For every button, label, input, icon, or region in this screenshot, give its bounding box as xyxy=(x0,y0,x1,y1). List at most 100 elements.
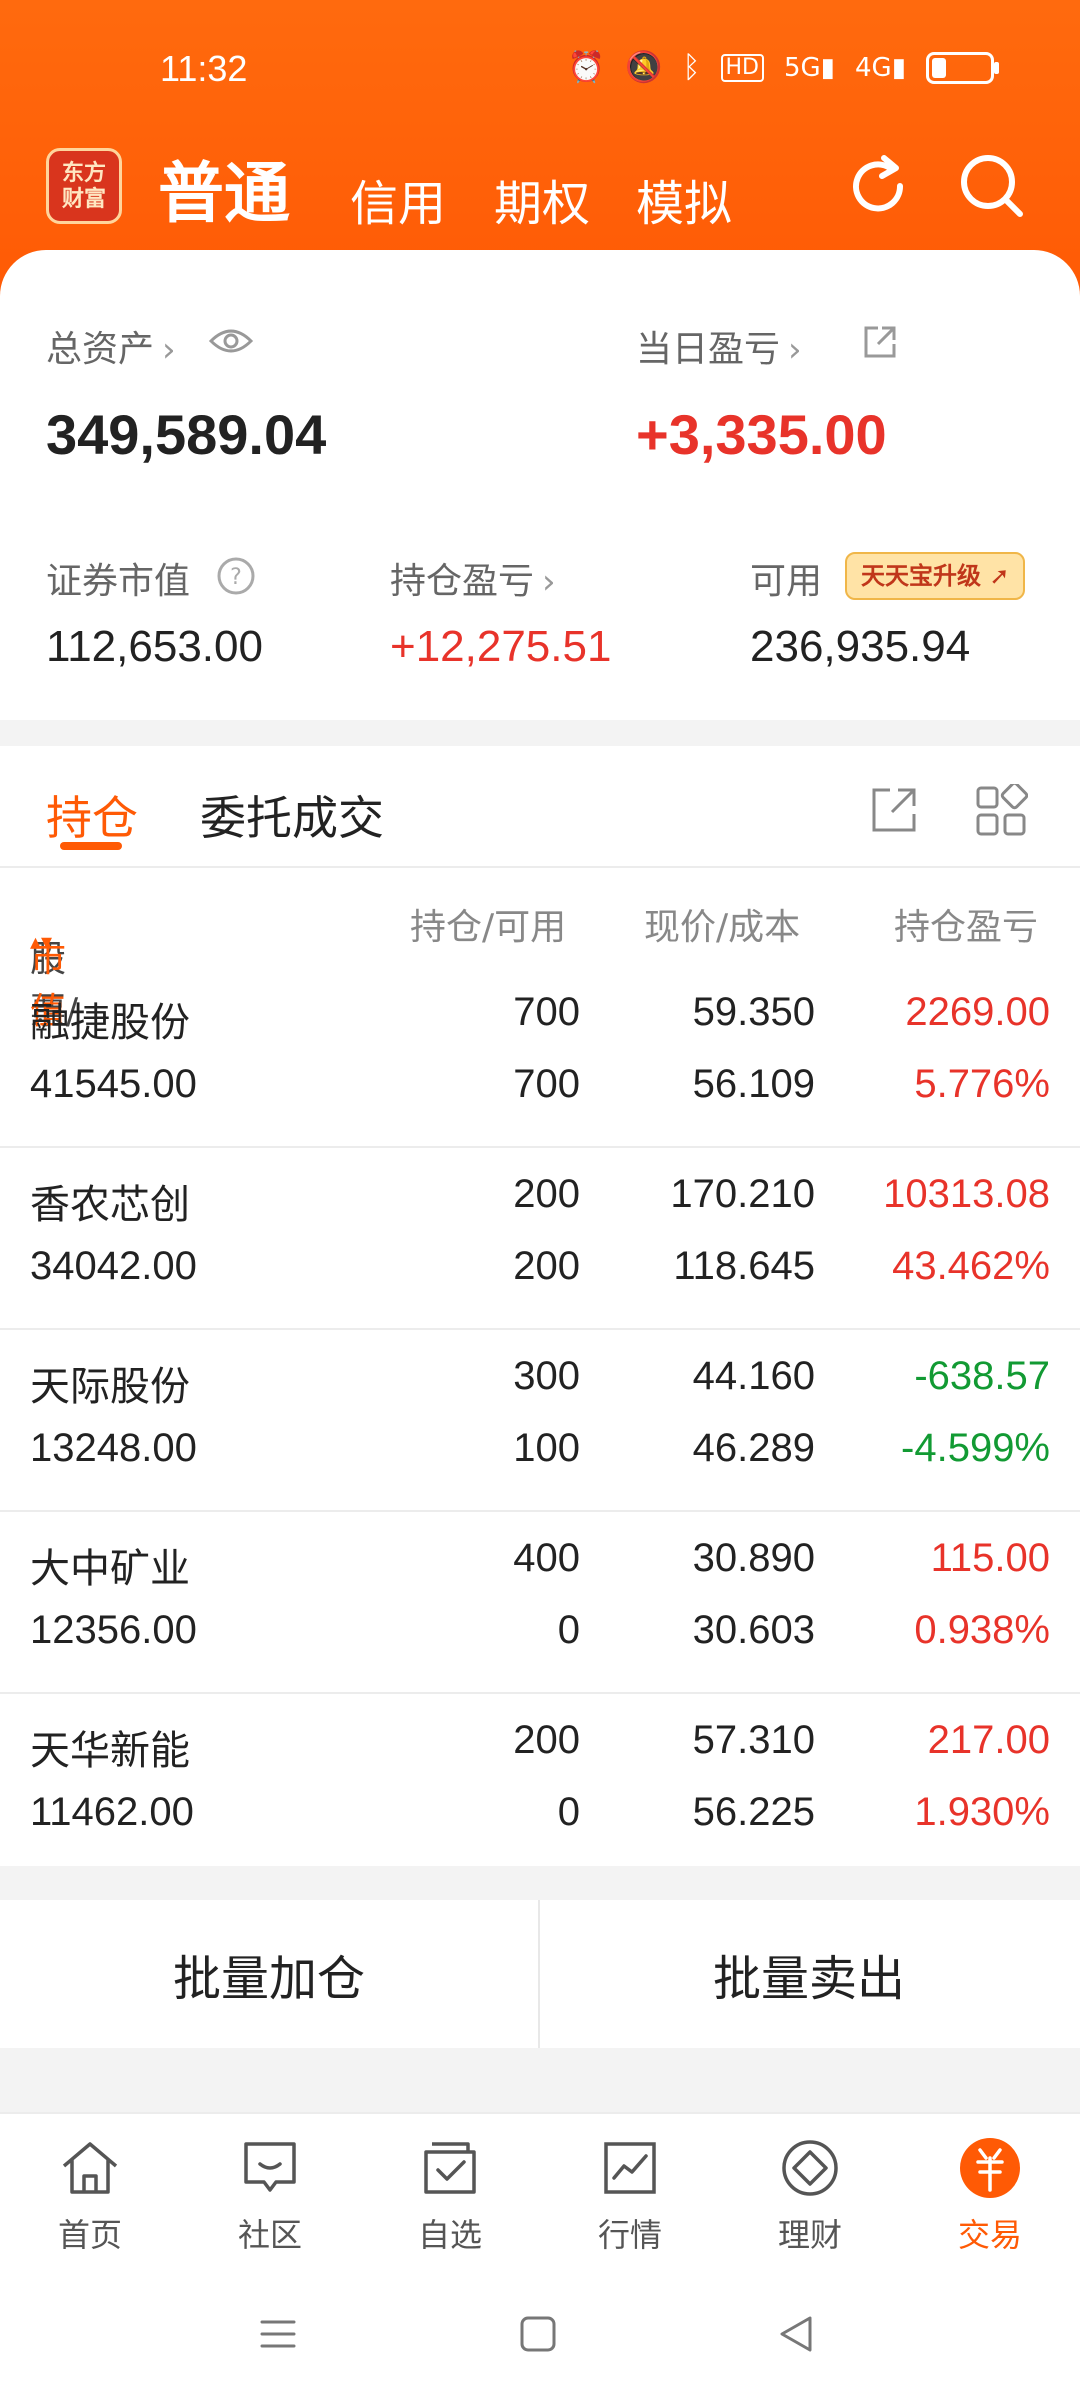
stock-pnl: -638.57 xyxy=(914,1354,1050,1398)
search-icon[interactable] xyxy=(954,148,1030,224)
export-icon[interactable] xyxy=(868,784,920,836)
chevron-right-icon: › xyxy=(788,330,802,370)
position-pnl-label-text: 持仓盈亏 xyxy=(390,561,535,602)
stock-holding: 200 xyxy=(513,1718,580,1762)
header-pnl: 持仓盈亏 xyxy=(894,907,1039,948)
home-square-icon[interactable] xyxy=(518,2314,558,2354)
sort-icon: ▴▾ xyxy=(30,930,53,955)
nav-community-label: 社区 xyxy=(237,2216,302,2254)
stock-cost: 56.225 xyxy=(692,1790,815,1834)
stock-price: 44.160 xyxy=(692,1354,815,1398)
nav-wealth-label: 理财 xyxy=(777,2216,842,2254)
signal-5g-icon: 5G▮ xyxy=(783,53,835,83)
stock-name: 大中矿业 xyxy=(30,1546,190,1592)
stock-cost: 118.645 xyxy=(673,1244,815,1288)
stock-market-value: 12356.00 xyxy=(30,1608,197,1652)
nav-market-label: 行情 xyxy=(597,2216,662,2254)
signal-4g-icon: 4G▮ xyxy=(854,53,906,83)
system-navigation-bar xyxy=(0,2268,1080,2400)
nav-market[interactable]: 行情 xyxy=(540,2114,720,2270)
chevron-right-icon: › xyxy=(162,330,176,370)
stock-market-value: 41545.00 xyxy=(30,1062,197,1106)
chart-icon xyxy=(604,2142,656,2194)
stock-available: 200 xyxy=(513,1244,580,1288)
grid-view-icon[interactable] xyxy=(974,784,1028,838)
stock-holding: 700 xyxy=(513,990,580,1034)
checkbox-icon xyxy=(424,2142,476,2194)
tab-options[interactable]: 期权 xyxy=(494,164,590,234)
stock-pnl-percent: 1.930% xyxy=(914,1790,1050,1834)
stock-available: 0 xyxy=(557,1790,580,1834)
svg-text:?: ? xyxy=(230,565,242,590)
chevron-right-icon: › xyxy=(542,562,556,602)
stock-available: 100 xyxy=(513,1426,580,1470)
stock-available: 0 xyxy=(557,1608,580,1652)
nav-home-label: 首页 xyxy=(57,2216,122,2254)
stock-pnl-percent: 43.462% xyxy=(892,1244,1050,1288)
table-header: 股票/市值 ▴▾ 持仓/可用 现价/成本 持仓盈亏 xyxy=(0,866,1080,1032)
stock-pnl: 217.00 xyxy=(927,1718,1050,1762)
stock-price: 30.890 xyxy=(692,1536,815,1580)
share-icon[interactable] xyxy=(860,322,900,362)
position-row[interactable]: 香农芯创 34042.00 200 200 170.210 118.645 10… xyxy=(0,1148,1080,1330)
market-value-label-text: 证券市值 xyxy=(46,561,191,602)
stock-name: 天际股份 xyxy=(30,1364,190,1410)
stock-name: 香农芯创 xyxy=(30,1182,190,1228)
total-assets-value: 349,589.04 xyxy=(46,403,327,466)
total-assets-label[interactable]: 总资产 › xyxy=(46,320,176,372)
nav-watchlist[interactable]: 自选 xyxy=(360,2114,540,2270)
tab-credit[interactable]: 信用 xyxy=(350,164,446,234)
tab-normal[interactable]: 普通 xyxy=(158,140,290,236)
eye-icon[interactable] xyxy=(208,326,254,356)
nav-home[interactable]: 首页 xyxy=(0,2114,180,2270)
tab-orders-trades[interactable]: 委托成交 xyxy=(200,782,384,848)
chat-bubble-icon xyxy=(244,2142,296,2192)
stock-holding: 300 xyxy=(513,1354,580,1398)
upgrade-badge-text: 天天宝升级 xyxy=(861,562,981,590)
nav-community[interactable]: 社区 xyxy=(180,2114,360,2270)
stock-holding: 200 xyxy=(513,1172,580,1216)
daily-pnl-label[interactable]: 当日盈亏 › xyxy=(636,320,802,372)
back-icon[interactable] xyxy=(776,2314,816,2354)
nav-watchlist-label: 自选 xyxy=(417,2216,482,2254)
stock-pnl-percent: 0.938% xyxy=(914,1608,1050,1652)
stock-market-value: 13248.00 xyxy=(30,1426,197,1470)
position-row[interactable]: 大中矿业 12356.00 400 0 30.890 30.603 115.00… xyxy=(0,1512,1080,1694)
stock-market-value: 34042.00 xyxy=(30,1244,197,1288)
stock-pnl-percent: -4.599% xyxy=(901,1426,1050,1470)
stock-price: 57.310 xyxy=(692,1718,815,1762)
mute-icon: 🔕 xyxy=(625,50,663,85)
position-pnl-value: +12,275.51 xyxy=(390,622,612,671)
stock-cost: 46.289 xyxy=(692,1426,815,1470)
available-label: 可用 xyxy=(750,561,823,602)
help-icon[interactable]: ? xyxy=(216,556,256,596)
position-pnl-label[interactable]: 持仓盈亏 › xyxy=(390,552,556,604)
stock-market-value: 11462.00 xyxy=(30,1790,194,1834)
nav-trade[interactable]: 交易 xyxy=(900,2114,1080,2270)
position-row[interactable]: 天际股份 13248.00 300 100 44.160 46.289 -638… xyxy=(0,1330,1080,1512)
market-value-label: 证券市值 xyxy=(46,552,190,604)
stock-pnl: 10313.08 xyxy=(883,1172,1050,1216)
header-price: 现价/成本 xyxy=(644,907,801,948)
batch-sell-button[interactable]: 批量卖出 xyxy=(540,1900,1078,2048)
tab-simulated[interactable]: 模拟 xyxy=(636,164,732,234)
active-tab-indicator xyxy=(60,842,122,850)
stock-price: 59.350 xyxy=(692,990,815,1034)
stock-cost: 56.109 xyxy=(692,1062,815,1106)
menu-icon[interactable] xyxy=(258,2314,298,2354)
total-assets-label-text: 总资产 xyxy=(46,329,155,370)
refresh-icon[interactable] xyxy=(840,148,916,224)
upgrade-badge[interactable]: 天天宝升级 ➚ xyxy=(845,552,1026,600)
stock-holding: 400 xyxy=(513,1536,580,1580)
batch-actions: 批量加仓 批量卖出 xyxy=(0,1900,1080,2048)
daily-pnl-value: +3,335.00 xyxy=(636,403,887,466)
position-row[interactable]: 天华新能 11462.00 200 0 57.310 56.225 217.00… xyxy=(0,1694,1080,1874)
home-icon xyxy=(62,2142,118,2194)
daily-pnl-label-text: 当日盈亏 xyxy=(636,329,781,370)
stock-name: 融捷股份 xyxy=(30,1000,190,1046)
tab-positions[interactable]: 持仓 xyxy=(46,782,138,848)
batch-add-button[interactable]: 批量加仓 xyxy=(0,1900,538,2048)
position-row[interactable]: 融捷股份 41545.00 700 700 59.350 56.109 2269… xyxy=(0,966,1080,1148)
diamond-icon xyxy=(782,2140,838,2196)
nav-wealth[interactable]: 理财 xyxy=(720,2114,900,2270)
